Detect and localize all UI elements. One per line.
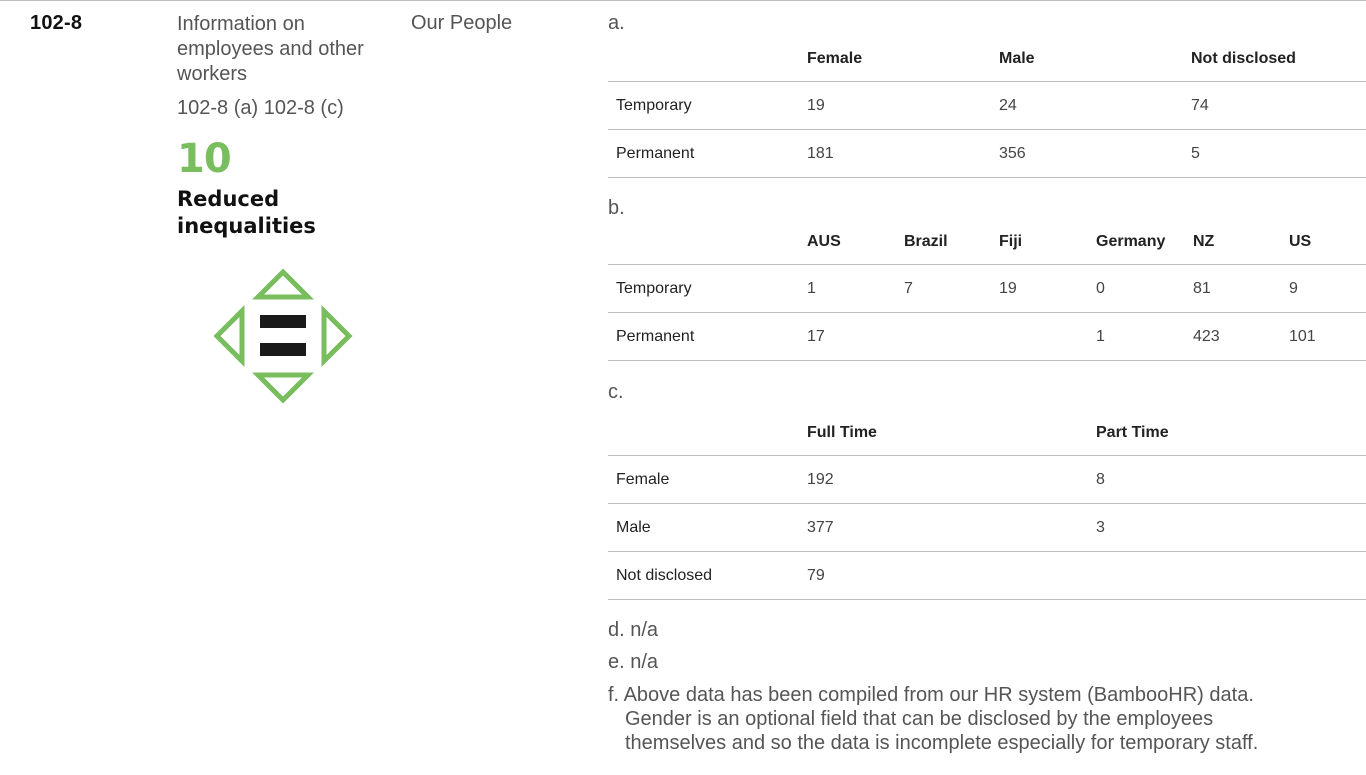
table-header [608, 411, 799, 456]
table-cell: 24 [991, 81, 1183, 130]
section-c-label: c. [608, 381, 624, 403]
table-header: Full Time [799, 411, 1088, 456]
table-cell: 3 [1088, 503, 1366, 552]
section-b-label: b. [608, 197, 625, 219]
table-header: Male [991, 37, 1183, 82]
note-f-line2: Gender is an optional field that can be … [625, 708, 1214, 730]
table-header-row: Full Time Part Time [608, 411, 1366, 456]
table-cell: 0 [1088, 264, 1185, 313]
table-header: AUS [799, 220, 896, 265]
indicator-title: Information on employees and other worke… [177, 13, 364, 85]
table-cell: 192 [799, 455, 1088, 504]
table-header: NZ [1185, 220, 1281, 265]
table-cell: 1 [1088, 312, 1185, 361]
table-cell: 19 [799, 81, 991, 130]
note-f-prefix: f. [608, 684, 620, 706]
row-label: Temporary [608, 264, 799, 313]
reduced-inequalities-icon [213, 268, 353, 404]
indicator-refs: 102-8 (a) 102-8 (c) [177, 97, 344, 119]
table-row: Male 377 3 [608, 503, 1366, 552]
table-cell [896, 312, 991, 361]
table-cell: 74 [1183, 81, 1366, 130]
table-header-row: Female Male Not disclosed [608, 37, 1366, 82]
table-cell: 7 [896, 264, 991, 313]
note-f-line1: Above data has been compiled from our HR… [623, 684, 1254, 706]
table-cell: 81 [1185, 264, 1281, 313]
table-header [608, 37, 799, 82]
table-cell: 1 [799, 264, 896, 313]
table-cell: 377 [799, 503, 1088, 552]
table-cell: 181 [799, 129, 991, 178]
row-label: Male [608, 503, 799, 552]
table-cell: 17 [799, 312, 896, 361]
note-f-line3: themselves and so the data is incomplete… [625, 732, 1259, 754]
table-c: Full Time Part Time Female 192 8 Male 37… [608, 411, 1366, 600]
table-header: Fiji [991, 220, 1088, 265]
table-cell: 8 [1088, 455, 1366, 504]
table-row: Temporary 19 24 74 [608, 81, 1366, 130]
note-d: d. n/a [608, 619, 659, 641]
row-label: Female [608, 455, 799, 504]
row-label: Temporary [608, 81, 799, 130]
top-divider [0, 0, 1366, 1]
table-cell: 19 [991, 264, 1088, 313]
table-b: AUS Brazil Fiji Germany NZ US Temporary … [608, 220, 1366, 361]
table-header-row: AUS Brazil Fiji Germany NZ US [608, 220, 1366, 265]
indicator-location: Our People [411, 12, 513, 34]
sdg-number: 10 [177, 136, 232, 182]
table-a: Female Male Not disclosed Temporary 19 2… [608, 37, 1366, 178]
row-label: Permanent [608, 312, 799, 361]
section-a-label: a. [608, 12, 625, 34]
table-cell: 101 [1281, 312, 1366, 361]
table-cell [1088, 551, 1366, 600]
table-cell: 9 [1281, 264, 1366, 313]
table-cell: 423 [1185, 312, 1281, 361]
table-header: Part Time [1088, 411, 1366, 456]
note-e: e. n/a [608, 651, 659, 673]
sdg-title: Reduced inequalities [177, 187, 316, 238]
table-row: Temporary 1 7 19 0 81 9 [608, 264, 1366, 313]
table-header: Germany [1088, 220, 1185, 265]
table-header [608, 220, 799, 265]
indicator-code: 102-8 [30, 12, 83, 34]
table-cell: 356 [991, 129, 1183, 178]
table-header: Brazil [896, 220, 991, 265]
table-cell [991, 312, 1088, 361]
table-header: Not disclosed [1183, 37, 1366, 82]
note-f: f. Above data has been compiled from our… [608, 683, 1366, 755]
table-header: US [1281, 220, 1366, 265]
row-label: Not disclosed [608, 551, 799, 600]
table-row: Female 192 8 [608, 455, 1366, 504]
table-row: Permanent 17 1 423 101 [608, 312, 1366, 361]
table-header: Female [799, 37, 991, 82]
table-cell: 5 [1183, 129, 1366, 178]
table-cell: 79 [799, 551, 1088, 600]
row-label: Permanent [608, 129, 799, 178]
table-row: Not disclosed 79 [608, 551, 1366, 600]
table-row: Permanent 181 356 5 [608, 129, 1366, 178]
